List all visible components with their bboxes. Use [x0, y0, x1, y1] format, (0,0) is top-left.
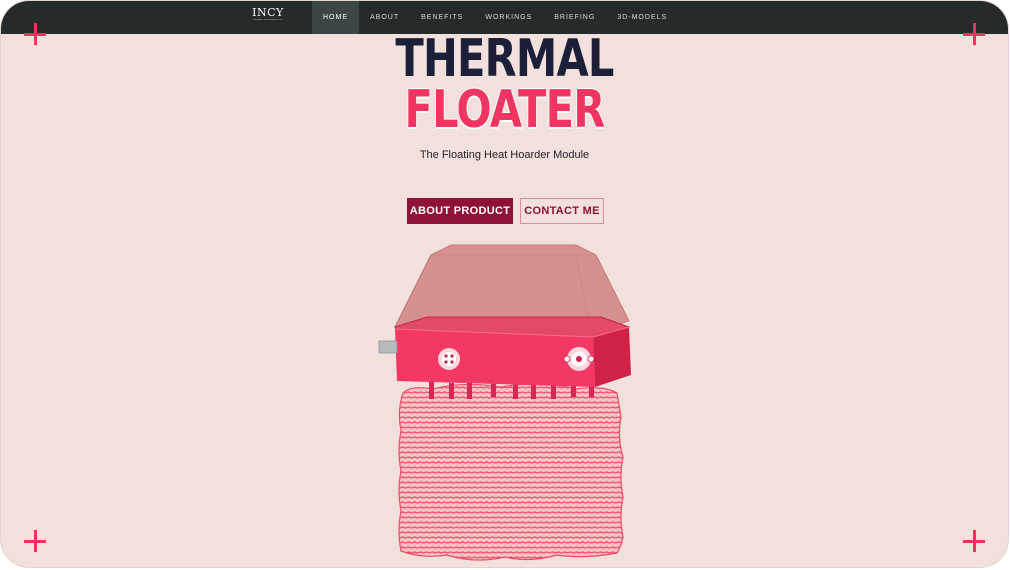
plus-crosshair-icon — [963, 23, 985, 45]
logo-tagline: INTERACTIVE DESIGN & CO. — [253, 19, 283, 21]
plus-crosshair-icon — [963, 530, 985, 552]
hero-title-line2: FLOATER — [404, 80, 606, 140]
hero-subtitle: The Floating Heat Hoarder Module — [419, 149, 590, 161]
plus-crosshair-icon — [24, 530, 46, 552]
product-3d-render[interactable] — [371, 241, 641, 567]
housing-side — [593, 327, 631, 387]
plus-crosshair-icon — [24, 23, 46, 45]
port-left-icon — [438, 348, 460, 370]
about-product-button[interactable]: ABOUT PRODUCT — [407, 198, 513, 224]
logo-wordmark: INCY — [252, 6, 284, 19]
contact-me-button[interactable]: CONTACT ME — [520, 198, 604, 224]
heat-sink-fins — [398, 383, 624, 561]
side-connector — [378, 340, 398, 354]
brand-logo[interactable]: INCY INTERACTIVE DESIGN & CO. — [251, 7, 285, 27]
app-window: INCY INTERACTIVE DESIGN & CO. HOME ABOUT… — [1, 1, 1008, 567]
